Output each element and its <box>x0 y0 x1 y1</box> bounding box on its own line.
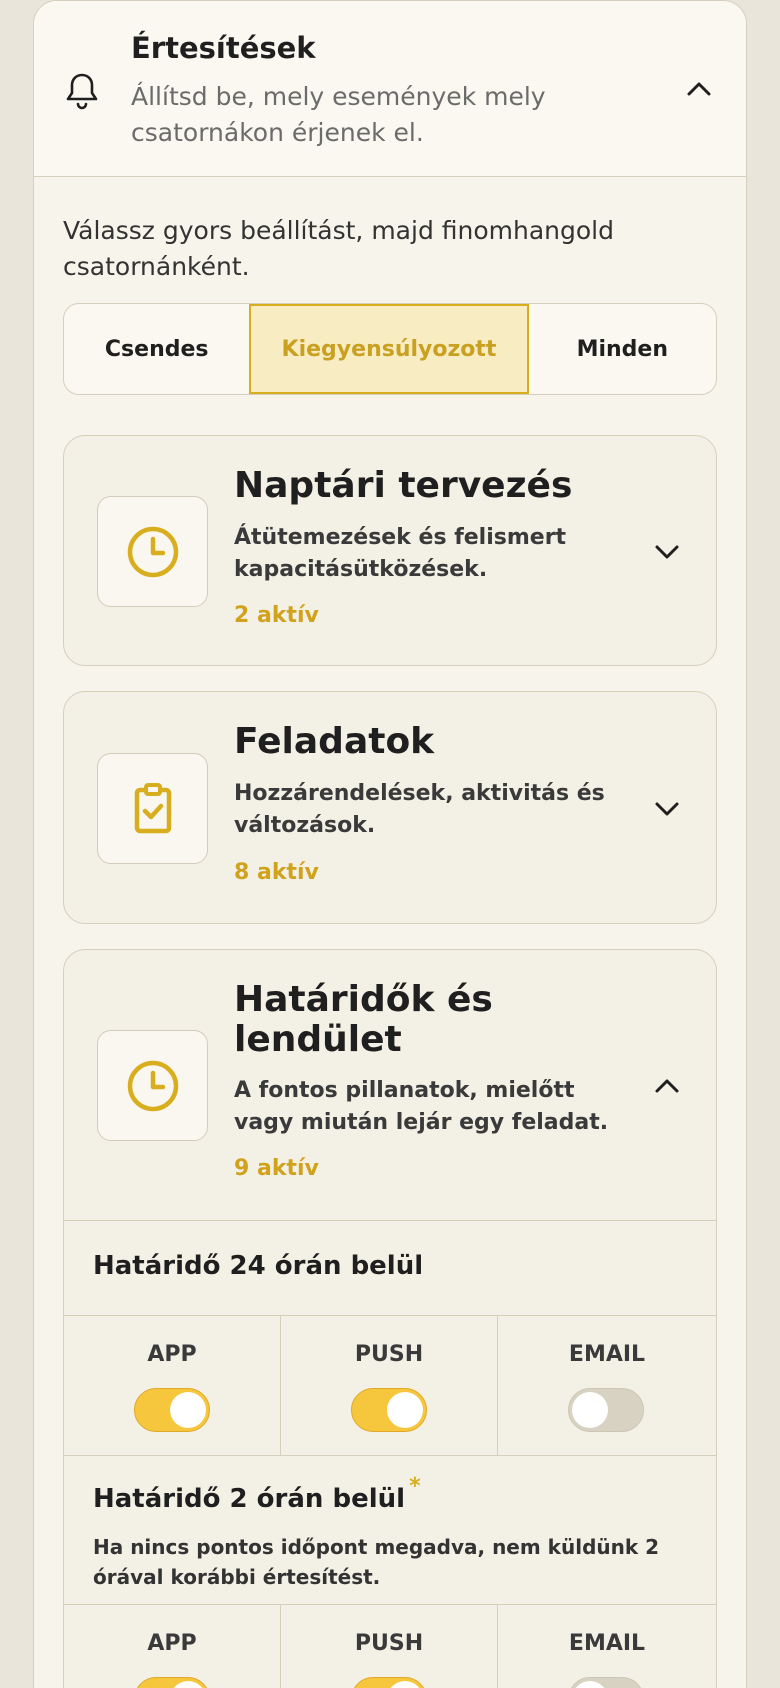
category-title: Naptári tervezés <box>234 465 573 506</box>
preset-all-button[interactable]: Minden <box>529 304 716 394</box>
email-toggle[interactable] <box>568 1677 644 1688</box>
channel-cell-push: PUSH <box>281 1605 498 1688</box>
notifications-header[interactable]: Értesítések Állítsd be, mely események m… <box>34 1 746 177</box>
channel-label: PUSH <box>354 1342 424 1367</box>
category-active-count: 9 aktív <box>234 1156 319 1181</box>
email-toggle[interactable] <box>568 1388 644 1432</box>
category-active-count: 8 aktív <box>234 860 319 885</box>
bell-icon <box>66 73 98 110</box>
category-card-calendar[interactable]: Naptári tervezés Átütemezések és felisme… <box>63 435 717 666</box>
required-star: * <box>409 1474 421 1499</box>
preset-balanced-button[interactable]: Kiegyensúlyozott <box>249 304 529 394</box>
intro-text: Válassz gyors beállítást, majd finomhang… <box>63 216 614 281</box>
channel-cell-email: EMAIL <box>498 1316 716 1456</box>
rule-row: Határidő 2 órán belül * Ha nincs pontos i… <box>64 1455 716 1605</box>
clock-icon <box>127 526 178 577</box>
app-toggle[interactable] <box>134 1388 210 1432</box>
push-toggle[interactable] <box>351 1388 427 1432</box>
channel-label: PUSH <box>354 1631 424 1656</box>
channel-label: EMAIL <box>568 1342 646 1367</box>
channel-cell-email: EMAIL <box>498 1605 716 1688</box>
category-title: Határidők és lendület <box>234 979 493 1060</box>
category-icon-box <box>97 753 208 864</box>
channel-cell-push: PUSH <box>281 1316 498 1456</box>
push-toggle[interactable] <box>351 1677 427 1688</box>
chevron-up-icon[interactable] <box>653 1076 681 1096</box>
chevron-down-icon[interactable] <box>653 799 681 819</box>
chevron-down-icon[interactable] <box>653 542 681 562</box>
app-toggle[interactable] <box>134 1677 210 1688</box>
clock-icon <box>127 1060 178 1111</box>
channel-cell-app: APP <box>64 1316 281 1456</box>
chevron-up-icon[interactable] <box>684 77 714 101</box>
preset-quiet-button[interactable]: Csendes <box>64 304 249 394</box>
rule-title: Határidő 2 órán belül * <box>93 1474 421 1514</box>
page-title: Értesítések <box>131 31 316 65</box>
channel-grid: APP PUSH EMAIL <box>64 1315 716 1456</box>
rule-title: Határidő 24 órán belül <box>93 1251 424 1281</box>
category-icon-box <box>97 1030 208 1141</box>
category-active-count: 2 aktív <box>234 603 319 628</box>
preset-selector: Csendes Kiegyensúlyozott Minden <box>63 303 717 395</box>
channel-cell-app: APP <box>64 1605 281 1688</box>
category-card-deadlines: Határidők és lendület A fontos pillanato… <box>63 949 717 1688</box>
channel-label: APP <box>147 1342 197 1367</box>
category-card-tasks[interactable]: Feladatok Hozzárendelések, aktivitás és … <box>63 691 717 924</box>
category-title: Feladatok <box>234 721 435 762</box>
rule-note: Ha nincs pontos időpont megadva, nem kül… <box>93 1535 660 1589</box>
channel-label: APP <box>147 1631 197 1656</box>
category-description: A fontos pillanatok, mielőtt vagy miután… <box>234 1078 609 1135</box>
rule-row: Határidő 24 órán belül <box>64 1220 716 1315</box>
clipboard-check-icon <box>134 782 171 833</box>
channel-grid: APP PUSH EMAIL <box>64 1604 716 1688</box>
category-description: Átütemezések és felismert kapacitásütköz… <box>234 525 567 582</box>
channel-label: EMAIL <box>568 1631 646 1656</box>
page-subtitle: Állítsd be, mely események mely csatorná… <box>131 82 546 147</box>
category-icon-box <box>97 496 208 607</box>
notifications-panel: Értesítések Állítsd be, mely események m… <box>33 0 747 1688</box>
category-description: Hozzárendelések, aktivitás és változások… <box>234 781 605 838</box>
